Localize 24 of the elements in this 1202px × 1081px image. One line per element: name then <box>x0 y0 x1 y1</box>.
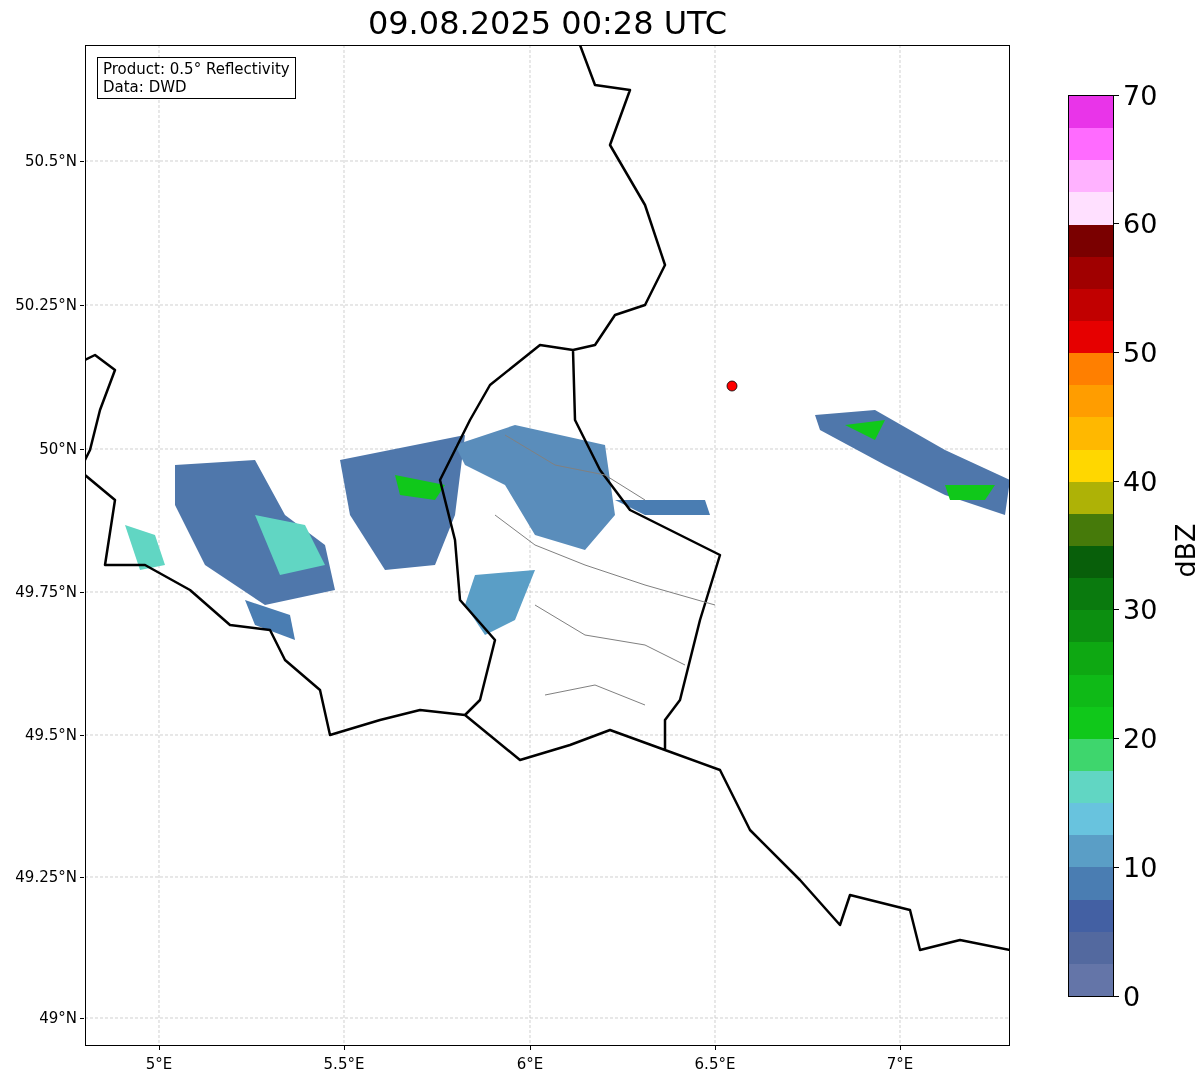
colorbar-tick-label: 20 <box>1123 725 1158 753</box>
colorbar-tick-label: 10 <box>1123 853 1158 881</box>
longitude-label: 6.5°E <box>694 1054 736 1075</box>
latitude-label: 49.25°N <box>15 866 77 888</box>
latitude-label: 49°N <box>39 1007 77 1029</box>
plot-title: 09.08.2025 00:28 UTC <box>367 6 728 39</box>
colorbar-tick-label: 60 <box>1123 210 1158 238</box>
longitude-label: 6°E <box>516 1054 544 1075</box>
latitude-label: 50.5°N <box>24 150 77 172</box>
colorbar-label: dBZ <box>1171 522 1199 578</box>
colorbar-tick-label: 50 <box>1123 338 1158 366</box>
colorbar-tick-label: 70 <box>1123 81 1158 109</box>
legend-text: Data: DWD <box>103 78 188 96</box>
colorbar-tick-label: 40 <box>1123 467 1158 495</box>
colorbar-tick-label: 30 <box>1123 596 1158 624</box>
colorbar-tick-label: 0 <box>1123 982 1141 1010</box>
longitude-label: 7°E <box>886 1054 914 1075</box>
latitude-label: 50°N <box>39 438 77 460</box>
latitude-label: 49.5°N <box>24 724 77 746</box>
longitude-label: 5.5°E <box>323 1054 365 1075</box>
longitude-label: 5°E <box>145 1054 173 1075</box>
latitude-label: 49.75°N <box>15 581 77 603</box>
legend-text: Product: 0.5° Reflectivity <box>103 60 290 78</box>
latitude-label: 50.25°N <box>15 294 77 316</box>
